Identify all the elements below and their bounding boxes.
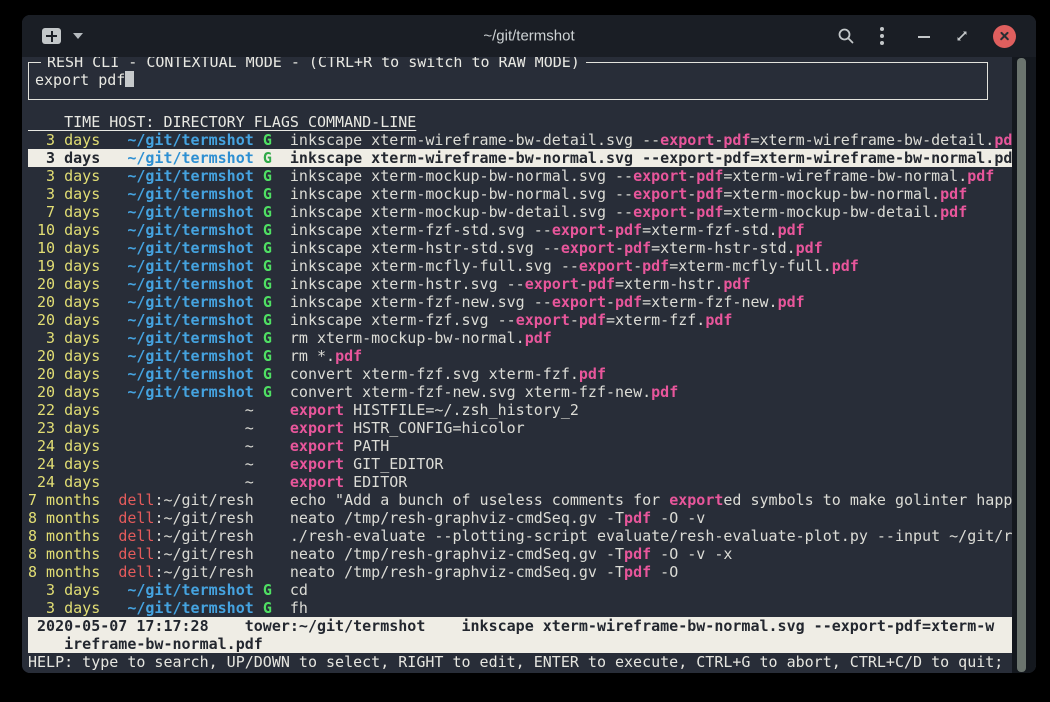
minimize-button[interactable] — [917, 29, 931, 43]
history-row[interactable]: 24 days ~ export EDITOR — [28, 473, 1012, 491]
terminal-screen: RESH CLI - CONTEXTUAL MODE - (CTRL+R to … — [22, 57, 1036, 673]
history-row[interactable]: 22 days ~ export HISTFILE=~/.zsh_history… — [28, 401, 1012, 419]
scrollbar-thumb[interactable] — [1017, 58, 1026, 672]
search-query[interactable]: export pdf — [35, 71, 125, 89]
history-row[interactable]: 3 days ~/git/termshot G inkscape xterm-w… — [28, 149, 1012, 167]
restore-button[interactable] — [955, 29, 969, 43]
history-row[interactable]: 20 days ~/git/termshot G inkscape xterm-… — [28, 293, 1012, 311]
history-row[interactable]: 20 days ~/git/termshot G convert xterm-f… — [28, 383, 1012, 401]
close-button[interactable] — [993, 25, 1016, 48]
scrollbar[interactable] — [1012, 57, 1036, 673]
history-row[interactable]: 7 days ~/git/termshot G inkscape xterm-m… — [28, 203, 1012, 221]
history-row[interactable]: 20 days ~/git/termshot G rm *.pdf — [28, 347, 1012, 365]
status-line-2: ireframe-bw-normal.pdf — [28, 635, 1012, 653]
history-row[interactable]: 20 days ~/git/termshot G convert xterm-f… — [28, 365, 1012, 383]
history-row[interactable]: 7 months dell:~/git/resh echo "Add a bun… — [28, 491, 1012, 509]
history-row[interactable]: 23 days ~ export HSTR_CONFIG=hicolor — [28, 419, 1012, 437]
history-row[interactable]: 24 days ~ export GIT_EDITOR — [28, 455, 1012, 473]
history-row[interactable]: 3 days ~/git/termshot G fh — [28, 599, 1012, 617]
history-row[interactable]: 10 days ~/git/termshot G inkscape xterm-… — [28, 239, 1012, 257]
terminal-window: ~/git/termshot — [22, 15, 1036, 673]
help-line: HELP: type to search, UP/DOWN to select,… — [28, 653, 1012, 671]
history-row[interactable]: 10 days ~/git/termshot G inkscape xterm-… — [28, 221, 1012, 239]
history-row[interactable]: 8 months dell:~/git/resh neato /tmp/resh… — [28, 545, 1012, 563]
history-row[interactable]: 3 days ~/git/termshot G cd — [28, 581, 1012, 599]
new-tab-icon[interactable] — [42, 28, 61, 44]
history-row[interactable]: 8 months dell:~/git/resh neato /tmp/resh… — [28, 509, 1012, 527]
history-row[interactable]: 3 days ~/git/termshot G inkscape xterm-w… — [28, 131, 1012, 149]
history-row[interactable]: 8 months dell:~/git/resh neato /tmp/resh… — [28, 563, 1012, 581]
status-line-1: 2020-05-07 17:17:28 tower:~/git/termshot… — [28, 617, 1012, 635]
history-row[interactable]: 20 days ~/git/termshot G inkscape xterm-… — [28, 311, 1012, 329]
menu-kebab-icon[interactable] — [879, 26, 885, 46]
history-rows: 3 days ~/git/termshot G inkscape xterm-w… — [28, 131, 1012, 617]
window-title: ~/git/termshot — [483, 28, 574, 45]
history-row[interactable]: 19 days ~/git/termshot G inkscape xterm-… — [28, 257, 1012, 275]
history-row[interactable]: 20 days ~/git/termshot G inkscape xterm-… — [28, 275, 1012, 293]
search-box-title: RESH CLI - CONTEXTUAL MODE - (CTRL+R to … — [41, 57, 586, 71]
history-row[interactable]: 3 days ~/git/termshot G inkscape xterm-m… — [28, 167, 1012, 185]
history-row[interactable]: 3 days ~/git/termshot G rm xterm-mockup-… — [28, 329, 1012, 347]
search-box[interactable]: RESH CLI - CONTEXTUAL MODE - (CTRL+R to … — [28, 62, 988, 100]
history-row[interactable]: 8 months dell:~/git/resh ./resh-evaluate… — [28, 527, 1012, 545]
chevron-down-icon[interactable] — [73, 33, 83, 39]
text-cursor — [125, 71, 134, 87]
history-row[interactable]: 3 days ~/git/termshot G inkscape xterm-m… — [28, 185, 1012, 203]
list-header: TIME HOST: DIRECTORY FLAGS COMMAND-LINE — [28, 113, 1012, 131]
search-icon[interactable] — [837, 27, 855, 45]
history-row[interactable]: 24 days ~ export PATH — [28, 437, 1012, 455]
titlebar: ~/git/termshot — [22, 15, 1036, 57]
status-bar: 2020-05-07 17:17:28 tower:~/git/termshot… — [28, 617, 1012, 653]
